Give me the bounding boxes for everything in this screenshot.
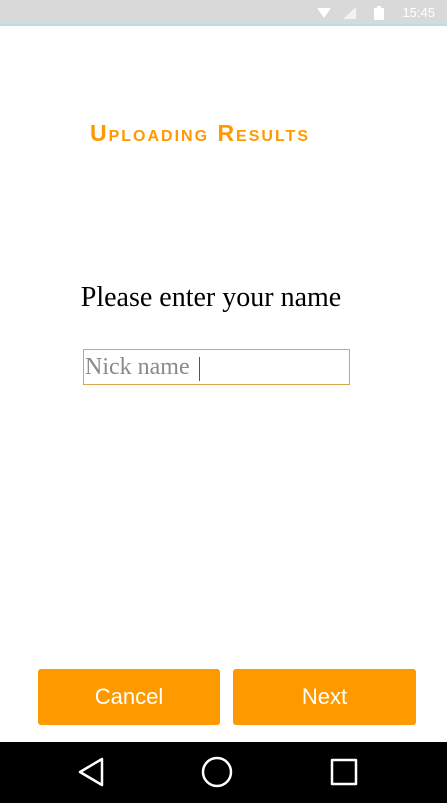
recents-icon[interactable] bbox=[324, 752, 364, 792]
cancel-button[interactable]: Cancel bbox=[38, 669, 220, 725]
home-icon[interactable] bbox=[197, 752, 237, 792]
wifi-icon bbox=[317, 6, 331, 25]
next-button[interactable]: Next bbox=[233, 669, 416, 725]
back-icon[interactable] bbox=[71, 752, 111, 792]
status-bar: 15:45 bbox=[0, 0, 447, 26]
page-title: Uploading Results bbox=[90, 120, 310, 146]
nickname-input[interactable] bbox=[83, 349, 350, 385]
navigation-bar bbox=[0, 742, 447, 803]
status-time: 15:45 bbox=[402, 5, 435, 20]
text-caret bbox=[199, 357, 200, 381]
signal-icon bbox=[343, 6, 357, 25]
battery-icon bbox=[374, 6, 384, 25]
screen: 15:45 Uploading Results Please enter you… bbox=[0, 0, 447, 803]
name-prompt: Please enter your name bbox=[80, 282, 342, 313]
